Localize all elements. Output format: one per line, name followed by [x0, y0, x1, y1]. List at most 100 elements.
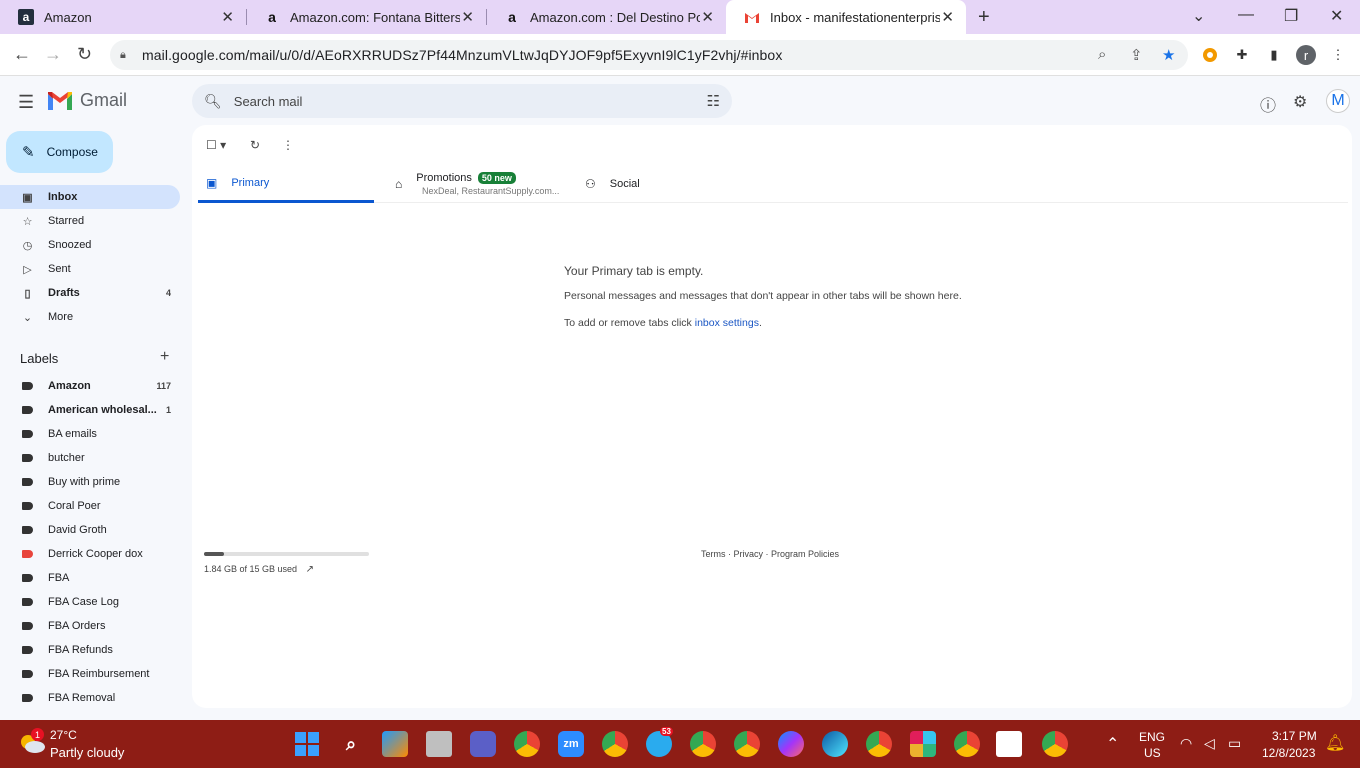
notification-bell-icon[interactable]: 🔔︎ [1325, 733, 1345, 753]
tab-promotions[interactable]: ⌂ Promotions 50 new NexDeal, RestaurantS… [395, 165, 571, 203]
browser-tab-del-destino[interactable]: a Amazon.com : Del Destino Pomo ✕ [486, 0, 726, 34]
extension-icon[interactable] [1201, 46, 1219, 64]
sidebar-label-item[interactable]: butcher [0, 446, 180, 470]
sidebar-label-item[interactable]: FBA Orders [0, 614, 180, 638]
restore-icon[interactable]: ❐ [1284, 6, 1298, 26]
open-external-icon[interactable]: ↗ [306, 564, 314, 575]
browser-tab-amazon[interactable]: a Amazon ✕ [0, 0, 246, 34]
clock-date[interactable]: 12/8/2023 [1262, 746, 1315, 760]
help-icon[interactable]: ⓘ [1260, 92, 1276, 116]
gmail-logo[interactable]: Gmail [48, 90, 127, 111]
sidebar-item-starred[interactable]: ☆ Starred [0, 209, 180, 233]
slack-icon[interactable] [910, 731, 936, 757]
close-tab-icon[interactable]: ✕ [221, 8, 234, 26]
reload-icon[interactable]: ↻ [77, 44, 92, 65]
sidebar-label-item[interactable]: BA emails [0, 422, 180, 446]
browser-menu-icon[interactable]: ⋮ [1329, 46, 1347, 64]
share-icon[interactable]: ⇪ [1130, 46, 1143, 64]
zoom-icon[interactable]: ⌕ [1098, 46, 1106, 63]
tab-social[interactable]: ⚇ Social [585, 165, 761, 203]
new-tab-icon[interactable]: + [978, 6, 990, 29]
copilot-icon[interactable] [382, 731, 408, 757]
refresh-icon[interactable]: ↻ [250, 138, 260, 152]
browser-tab-inbox[interactable]: Inbox - manifestationenterprises ✕ [726, 0, 966, 34]
minimize-icon[interactable]: — [1238, 6, 1254, 24]
zoom-app-icon[interactable]: zm [558, 731, 584, 757]
profile-avatar[interactable]: r [1296, 45, 1316, 65]
sidebar-label-item[interactable]: Coral Poer [0, 494, 180, 518]
sidebar-label-item[interactable]: FBA Reimbursement [0, 662, 180, 686]
messenger-icon[interactable] [778, 731, 804, 757]
sidebar-label-item[interactable]: FBA [0, 566, 180, 590]
sidebar-label-item[interactable]: FBA Case Log [0, 590, 180, 614]
sidebar-label-name: Coral Poer [48, 500, 101, 512]
language-bottom[interactable]: US [1144, 746, 1161, 760]
chrome-icon[interactable] [734, 731, 760, 757]
snipping-tool-icon[interactable] [996, 731, 1022, 757]
search-bar[interactable]: 🔍︎ Search mail ☷ [192, 84, 732, 118]
browser-tab-fontana[interactable]: a Amazon.com: Fontana Bitterswe ✕ [246, 0, 486, 34]
sidebar-label-item[interactable]: David Groth [0, 518, 180, 542]
clock-time[interactable]: 3:17 PM [1272, 729, 1317, 743]
weather-widget[interactable]: 1 [18, 728, 46, 756]
sidebar-item-sent[interactable]: ▷ Sent [0, 257, 180, 281]
close-tab-icon[interactable]: ✕ [701, 8, 714, 26]
windows-start-icon[interactable] [294, 731, 320, 757]
telegram-icon[interactable]: 53 [646, 727, 673, 757]
inbox-settings-link[interactable]: inbox settings [695, 317, 759, 329]
close-tab-icon[interactable]: ✕ [461, 8, 474, 26]
search-input[interactable]: Search mail [234, 94, 303, 109]
sidebar-item-more[interactable]: ⌄ More [0, 305, 180, 329]
close-window-icon[interactable]: ✕ [1330, 6, 1343, 26]
back-icon[interactable]: ← [13, 44, 31, 65]
chrome-icon[interactable] [602, 731, 628, 757]
chrome-icon[interactable] [1042, 731, 1068, 757]
storage-usage[interactable]: 1.84 GB of 15 GB used ↗ [204, 564, 314, 575]
task-view-icon[interactable] [426, 731, 452, 757]
edge-icon[interactable] [822, 731, 848, 757]
meet-icon[interactable] [470, 731, 496, 757]
battery-icon[interactable]: ▭ [1228, 735, 1241, 752]
forward-icon[interactable]: → [44, 44, 62, 65]
more-options-icon[interactable]: ⋮ [282, 138, 294, 152]
chrome-icon[interactable] [954, 731, 980, 757]
omnibox[interactable]: 🔒︎ mail.google.com/mail/u/0/d/AEoRXRRUDS… [110, 40, 1188, 70]
side-panel-icon[interactable]: ▮ [1265, 46, 1283, 64]
select-checkbox-icon[interactable]: ☐ ▾ [206, 138, 226, 152]
wifi-icon[interactable]: ◠ [1180, 735, 1192, 752]
terms-link[interactable]: Terms [701, 549, 726, 559]
tray-chevron-up-icon[interactable]: ⌃ [1106, 734, 1119, 754]
tab-primary[interactable]: ▣ Primary [198, 165, 374, 203]
sidebar-item-drafts[interactable]: ▯ Drafts 4 [0, 281, 180, 305]
url-text[interactable]: mail.google.com/mail/u/0/d/AEoRXRRUDSz7P… [142, 47, 782, 63]
search-options-icon[interactable]: ☷ [707, 92, 720, 110]
extensions-puzzle-icon[interactable]: ✚ [1233, 46, 1251, 64]
program-policies-link[interactable]: Program Policies [771, 549, 839, 559]
volume-icon[interactable]: ◁ [1204, 735, 1215, 752]
sidebar-label-item[interactable]: FBA Removal [0, 686, 180, 710]
sidebar-label-item[interactable]: FBA Refunds [0, 638, 180, 662]
chrome-icon[interactable] [514, 731, 540, 757]
main-menu-icon[interactable]: ☰ [18, 92, 34, 113]
sidebar-item-snoozed[interactable]: ◷ Snoozed [0, 233, 180, 257]
sidebar-label-item[interactable]: Derrick Cooper dox [0, 542, 180, 566]
sidebar-label-name: BA emails [48, 428, 97, 440]
chrome-icon[interactable] [866, 731, 892, 757]
sidebar-label-item[interactable]: American wholesal... 1 [0, 398, 180, 422]
account-avatar[interactable]: M [1326, 89, 1350, 113]
telegram-badge: 53 [660, 727, 673, 736]
sidebar-label-item[interactable]: Amazon 117 [0, 374, 180, 398]
language-top[interactable]: ENG [1139, 730, 1165, 744]
search-icon[interactable]: ⌕ [338, 731, 364, 757]
chrome-icon[interactable] [690, 731, 716, 757]
create-label-plus-icon[interactable]: + [160, 348, 169, 366]
settings-gear-icon[interactable]: ⚙ [1293, 92, 1307, 112]
privacy-link[interactable]: Privacy [734, 549, 764, 559]
search-icon[interactable]: 🔍︎ [204, 93, 222, 110]
compose-button[interactable]: ✎ Compose [6, 131, 113, 173]
sidebar-item-inbox[interactable]: ▣ Inbox [0, 185, 180, 209]
sidebar-label-item[interactable]: Buy with prime [0, 470, 180, 494]
bookmark-star-icon[interactable]: ★ [1162, 46, 1175, 64]
close-tab-icon[interactable]: ✕ [941, 8, 954, 26]
tab-search-chevron-down-icon[interactable]: ⌄ [1192, 6, 1205, 26]
